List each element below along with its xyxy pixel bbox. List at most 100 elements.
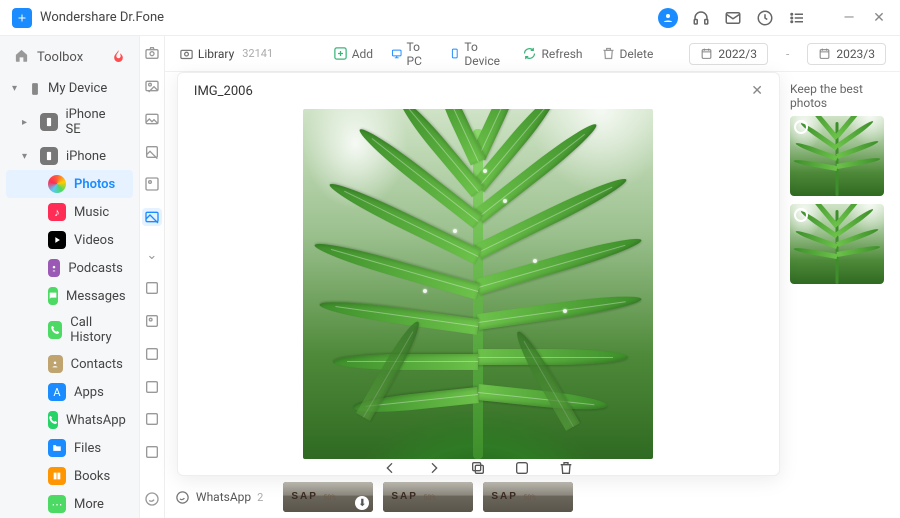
list-menu-icon[interactable]: [788, 9, 806, 27]
chevron-down-icon: ▾: [22, 151, 32, 162]
photo-viewer-modal: IMG_2006 ✕: [177, 72, 780, 476]
sidebar-item-podcasts[interactable]: Podcasts: [6, 254, 133, 282]
chevron-down-icon: ▾: [12, 83, 22, 94]
history-icon[interactable]: [756, 9, 774, 27]
sidebar-item-label: More: [74, 497, 104, 512]
plus-icon: [333, 46, 348, 61]
sidebar-item-messages[interactable]: Messages: [6, 282, 133, 310]
rail-camera-icon[interactable]: [142, 44, 162, 63]
folder-icon: [48, 439, 66, 457]
footer-row: WhatsApp 2 SAP50% ⬇ SAP50% SAP50%: [165, 476, 900, 518]
sidebar-toolbox-label: Toolbox: [37, 50, 83, 65]
delete-label: Delete: [620, 47, 654, 61]
copy-button[interactable]: [469, 459, 487, 477]
sidebar-my-device-label: My Device: [48, 81, 107, 96]
sidebar-device-iphone[interactable]: ▾ iPhone: [6, 142, 133, 170]
rail-image-icon[interactable]: [142, 208, 162, 227]
sidebar-item-videos[interactable]: Videos: [6, 226, 133, 254]
photos-icon: [48, 175, 66, 193]
toolbar: Library 32141 Add To PC To Device Refres…: [165, 36, 900, 72]
sidebar-item-more[interactable]: ⋯ More: [6, 490, 133, 518]
whatsapp-icon: [48, 411, 58, 429]
footer-library[interactable]: WhatsApp 2: [175, 490, 263, 505]
headset-icon[interactable]: [692, 9, 710, 27]
book-icon: [48, 467, 66, 485]
fullscreen-button[interactable]: [513, 459, 531, 477]
date-to-picker[interactable]: 2023/3: [807, 43, 886, 65]
phone-call-icon: [48, 321, 62, 339]
titlebar: Wondershare Dr.Fone — ✕: [0, 0, 900, 36]
date-to-value: 2023/3: [836, 47, 875, 61]
rail-image-icon[interactable]: [142, 175, 162, 194]
sidebar-toolbox[interactable]: Toolbox: [0, 40, 139, 75]
sidebar-item-books[interactable]: Books: [6, 462, 133, 490]
to-pc-button[interactable]: To PC: [391, 40, 431, 68]
prev-button[interactable]: [381, 459, 399, 477]
keep-best-label: Keep the best photos: [790, 82, 890, 110]
rail-chevron-down-icon[interactable]: ⌄: [142, 246, 162, 265]
messages-icon: [48, 287, 58, 305]
sidebar-item-label: Music: [74, 205, 109, 220]
library-label: Library: [198, 47, 234, 61]
refresh-button[interactable]: Refresh: [522, 46, 582, 61]
close-icon[interactable]: ✕: [751, 83, 763, 99]
sidebar-item-label: Podcasts: [68, 261, 122, 276]
sidebar-item-contacts[interactable]: Contacts: [6, 350, 133, 378]
mail-icon[interactable]: [724, 9, 742, 27]
photo-thumbnail[interactable]: SAP50%: [483, 482, 573, 512]
contacts-icon: [48, 355, 63, 373]
rail-image-icon[interactable]: [142, 377, 162, 396]
date-from-picker[interactable]: 2022/3: [689, 43, 768, 65]
album-rail: ⌄: [140, 36, 165, 518]
add-label: Add: [352, 47, 373, 61]
user-account-icon[interactable]: [658, 8, 678, 28]
sidebar-item-whatsapp[interactable]: WhatsApp: [6, 406, 133, 434]
rail-image-icon[interactable]: [142, 410, 162, 429]
phone-icon: [40, 147, 58, 165]
minimize-button[interactable]: —: [840, 10, 858, 26]
rail-image-icon[interactable]: [142, 279, 162, 298]
footer-library-label: WhatsApp: [196, 490, 251, 504]
check-circle-icon[interactable]: [794, 208, 808, 222]
delete-button[interactable]: [557, 459, 575, 477]
sidebar-item-files[interactable]: Files: [6, 434, 133, 462]
rail-whatsapp-icon[interactable]: [142, 489, 162, 508]
rail-image-icon[interactable]: [142, 77, 162, 96]
podcasts-icon: [48, 259, 60, 277]
sidebar-item-call-history[interactable]: Call History: [6, 310, 133, 350]
rail-image-icon[interactable]: [142, 109, 162, 128]
sidebar-item-label: Contacts: [71, 357, 123, 372]
photo-thumbnail[interactable]: SAP50%: [383, 482, 473, 512]
photo-thumbnail[interactable]: [790, 116, 884, 196]
next-button[interactable]: [425, 459, 443, 477]
add-button[interactable]: Add: [333, 46, 373, 61]
fire-icon: [112, 49, 125, 66]
sidebar-item-label: iPhone SE: [66, 107, 123, 137]
sidebar-item-apps[interactable]: A Apps: [6, 378, 133, 406]
to-device-button[interactable]: To Device: [449, 40, 505, 68]
rail-image-icon[interactable]: [142, 142, 162, 161]
close-button[interactable]: ✕: [870, 10, 888, 26]
device-icon: [28, 82, 42, 96]
sidebar-item-label: iPhone: [66, 149, 106, 164]
sidebar-my-device[interactable]: ▾ My Device: [0, 75, 139, 102]
rail-image-icon[interactable]: [142, 312, 162, 331]
library-header[interactable]: Library 32141: [179, 46, 273, 61]
home-icon: [14, 48, 29, 67]
sidebar-item-label: Messages: [66, 289, 126, 304]
sidebar-device-iphone-se[interactable]: ▸ iPhone SE: [6, 102, 133, 142]
sidebar-item-photos[interactable]: Photos: [6, 170, 133, 198]
music-icon: ♪: [48, 203, 66, 221]
delete-button[interactable]: Delete: [601, 46, 654, 61]
photo-viewer-controls: [178, 459, 779, 477]
app-logo-icon: [12, 8, 32, 28]
more-icon: ⋯: [48, 495, 66, 513]
sidebar-item-music[interactable]: ♪ Music: [6, 198, 133, 226]
sidebar-item-label: Apps: [74, 385, 104, 400]
photo-thumbnail[interactable]: [790, 204, 884, 284]
photo-thumbnail[interactable]: SAP50% ⬇: [283, 482, 373, 512]
rail-image-icon[interactable]: [142, 443, 162, 462]
whatsapp-icon: [175, 490, 190, 505]
rail-image-icon[interactable]: [142, 344, 162, 363]
check-circle-icon[interactable]: [794, 120, 808, 134]
